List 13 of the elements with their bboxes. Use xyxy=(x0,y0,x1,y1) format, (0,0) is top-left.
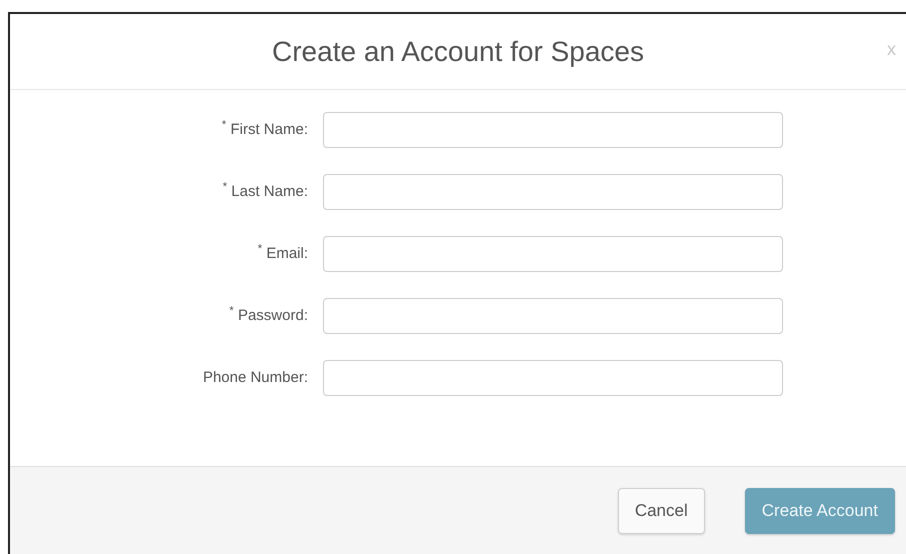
field-label: $^{*}$ First Name: xyxy=(220,118,309,140)
field-label: $^{*}$ Last Name: xyxy=(222,180,309,202)
input-field[interactable] xyxy=(323,236,783,272)
input-field[interactable] xyxy=(323,360,783,396)
input-field[interactable] xyxy=(323,112,783,148)
dialog-title: Create an Account for Spaces xyxy=(272,34,644,69)
input-field[interactable] xyxy=(323,298,783,334)
create-account-button[interactable]: Create Account xyxy=(744,488,895,534)
cancel-button[interactable]: Cancel xyxy=(618,488,705,534)
field-label: Phone Number: xyxy=(202,368,309,388)
field-label: $^{*}$ Password: xyxy=(228,304,309,326)
input-field[interactable] xyxy=(323,174,783,210)
field-label: $^{*}$ Email: xyxy=(256,242,309,264)
